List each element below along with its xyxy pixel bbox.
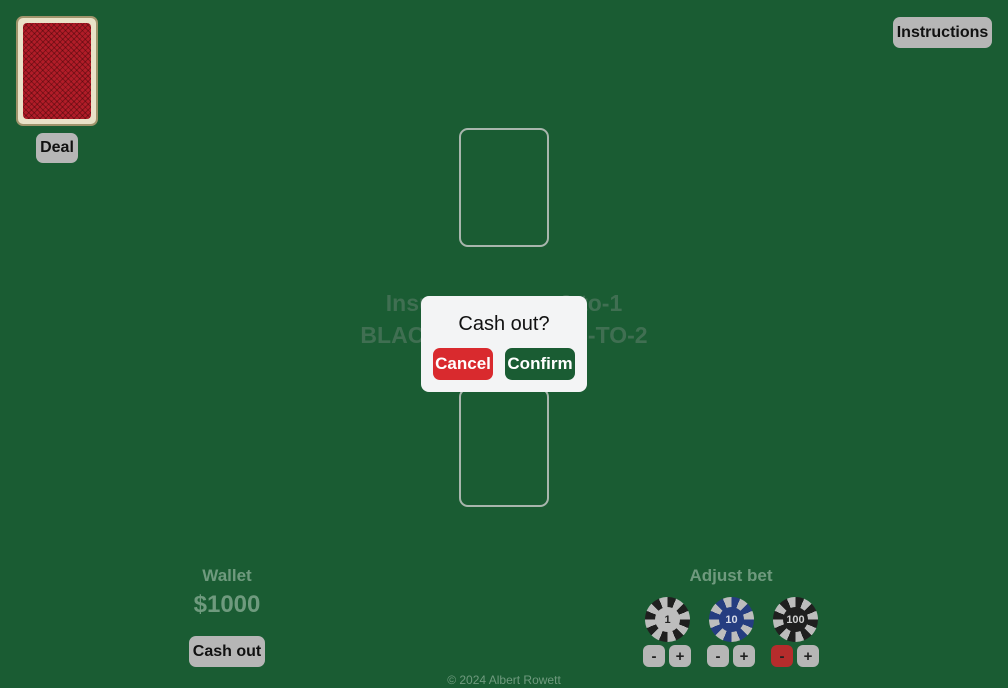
chip-value: 1 [655, 607, 680, 632]
chip-100-minus-button[interactable]: - [771, 645, 793, 667]
chip-1[interactable]: 1 [645, 597, 690, 642]
chip-10[interactable]: 10 [709, 597, 754, 642]
dialog-title: Cash out? [458, 313, 550, 335]
chip-value: 100 [783, 607, 808, 632]
card-deck[interactable] [16, 16, 98, 126]
confirm-button[interactable]: Confirm [505, 348, 575, 380]
cancel-button[interactable]: Cancel [433, 348, 493, 380]
chip-1-minus-button[interactable]: - [643, 645, 665, 667]
deal-button[interactable]: Deal [36, 133, 78, 163]
dealer-card-slot [459, 128, 549, 247]
chip-100-plus-button[interactable]: + [797, 645, 819, 667]
instructions-button[interactable]: Instructions [893, 17, 992, 48]
player-card-slot [459, 388, 549, 507]
chip-100[interactable]: 100 [773, 597, 818, 642]
chip-10-plus-button[interactable]: + [733, 645, 755, 667]
chip-value: 10 [719, 607, 744, 632]
wallet-amount: $1000 [193, 591, 261, 618]
copyright-text: © 2024 Albert Rowett [447, 673, 561, 687]
adjust-bet-label: Adjust bet [689, 566, 773, 585]
chip-10-minus-button[interactable]: - [707, 645, 729, 667]
cashout-button[interactable]: Cash out [189, 636, 265, 667]
wallet-label: Wallet [202, 566, 252, 585]
cashout-dialog: Cash out? Cancel Confirm [421, 296, 587, 392]
chip-1-plus-button[interactable]: + [669, 645, 691, 667]
card-back-pattern [23, 23, 91, 119]
